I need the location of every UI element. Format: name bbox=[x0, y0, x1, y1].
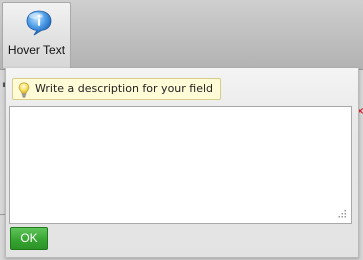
toolbar: Hover Text bbox=[0, 0, 363, 70]
hint-text: Write a description for your field bbox=[35, 82, 214, 95]
info-bubble-icon bbox=[26, 10, 52, 36]
hover-text-dialog: Write a description for your field OK bbox=[5, 68, 359, 258]
description-hint: Write a description for your field bbox=[12, 78, 222, 100]
description-textarea[interactable] bbox=[9, 106, 352, 224]
resize-grip-icon[interactable] bbox=[337, 209, 347, 219]
hover-text-label: Hover Text bbox=[7, 43, 66, 57]
ok-button[interactable]: OK bbox=[10, 227, 48, 250]
hover-text-button[interactable]: Hover Text bbox=[2, 2, 71, 68]
lightbulb-icon bbox=[18, 82, 30, 98]
